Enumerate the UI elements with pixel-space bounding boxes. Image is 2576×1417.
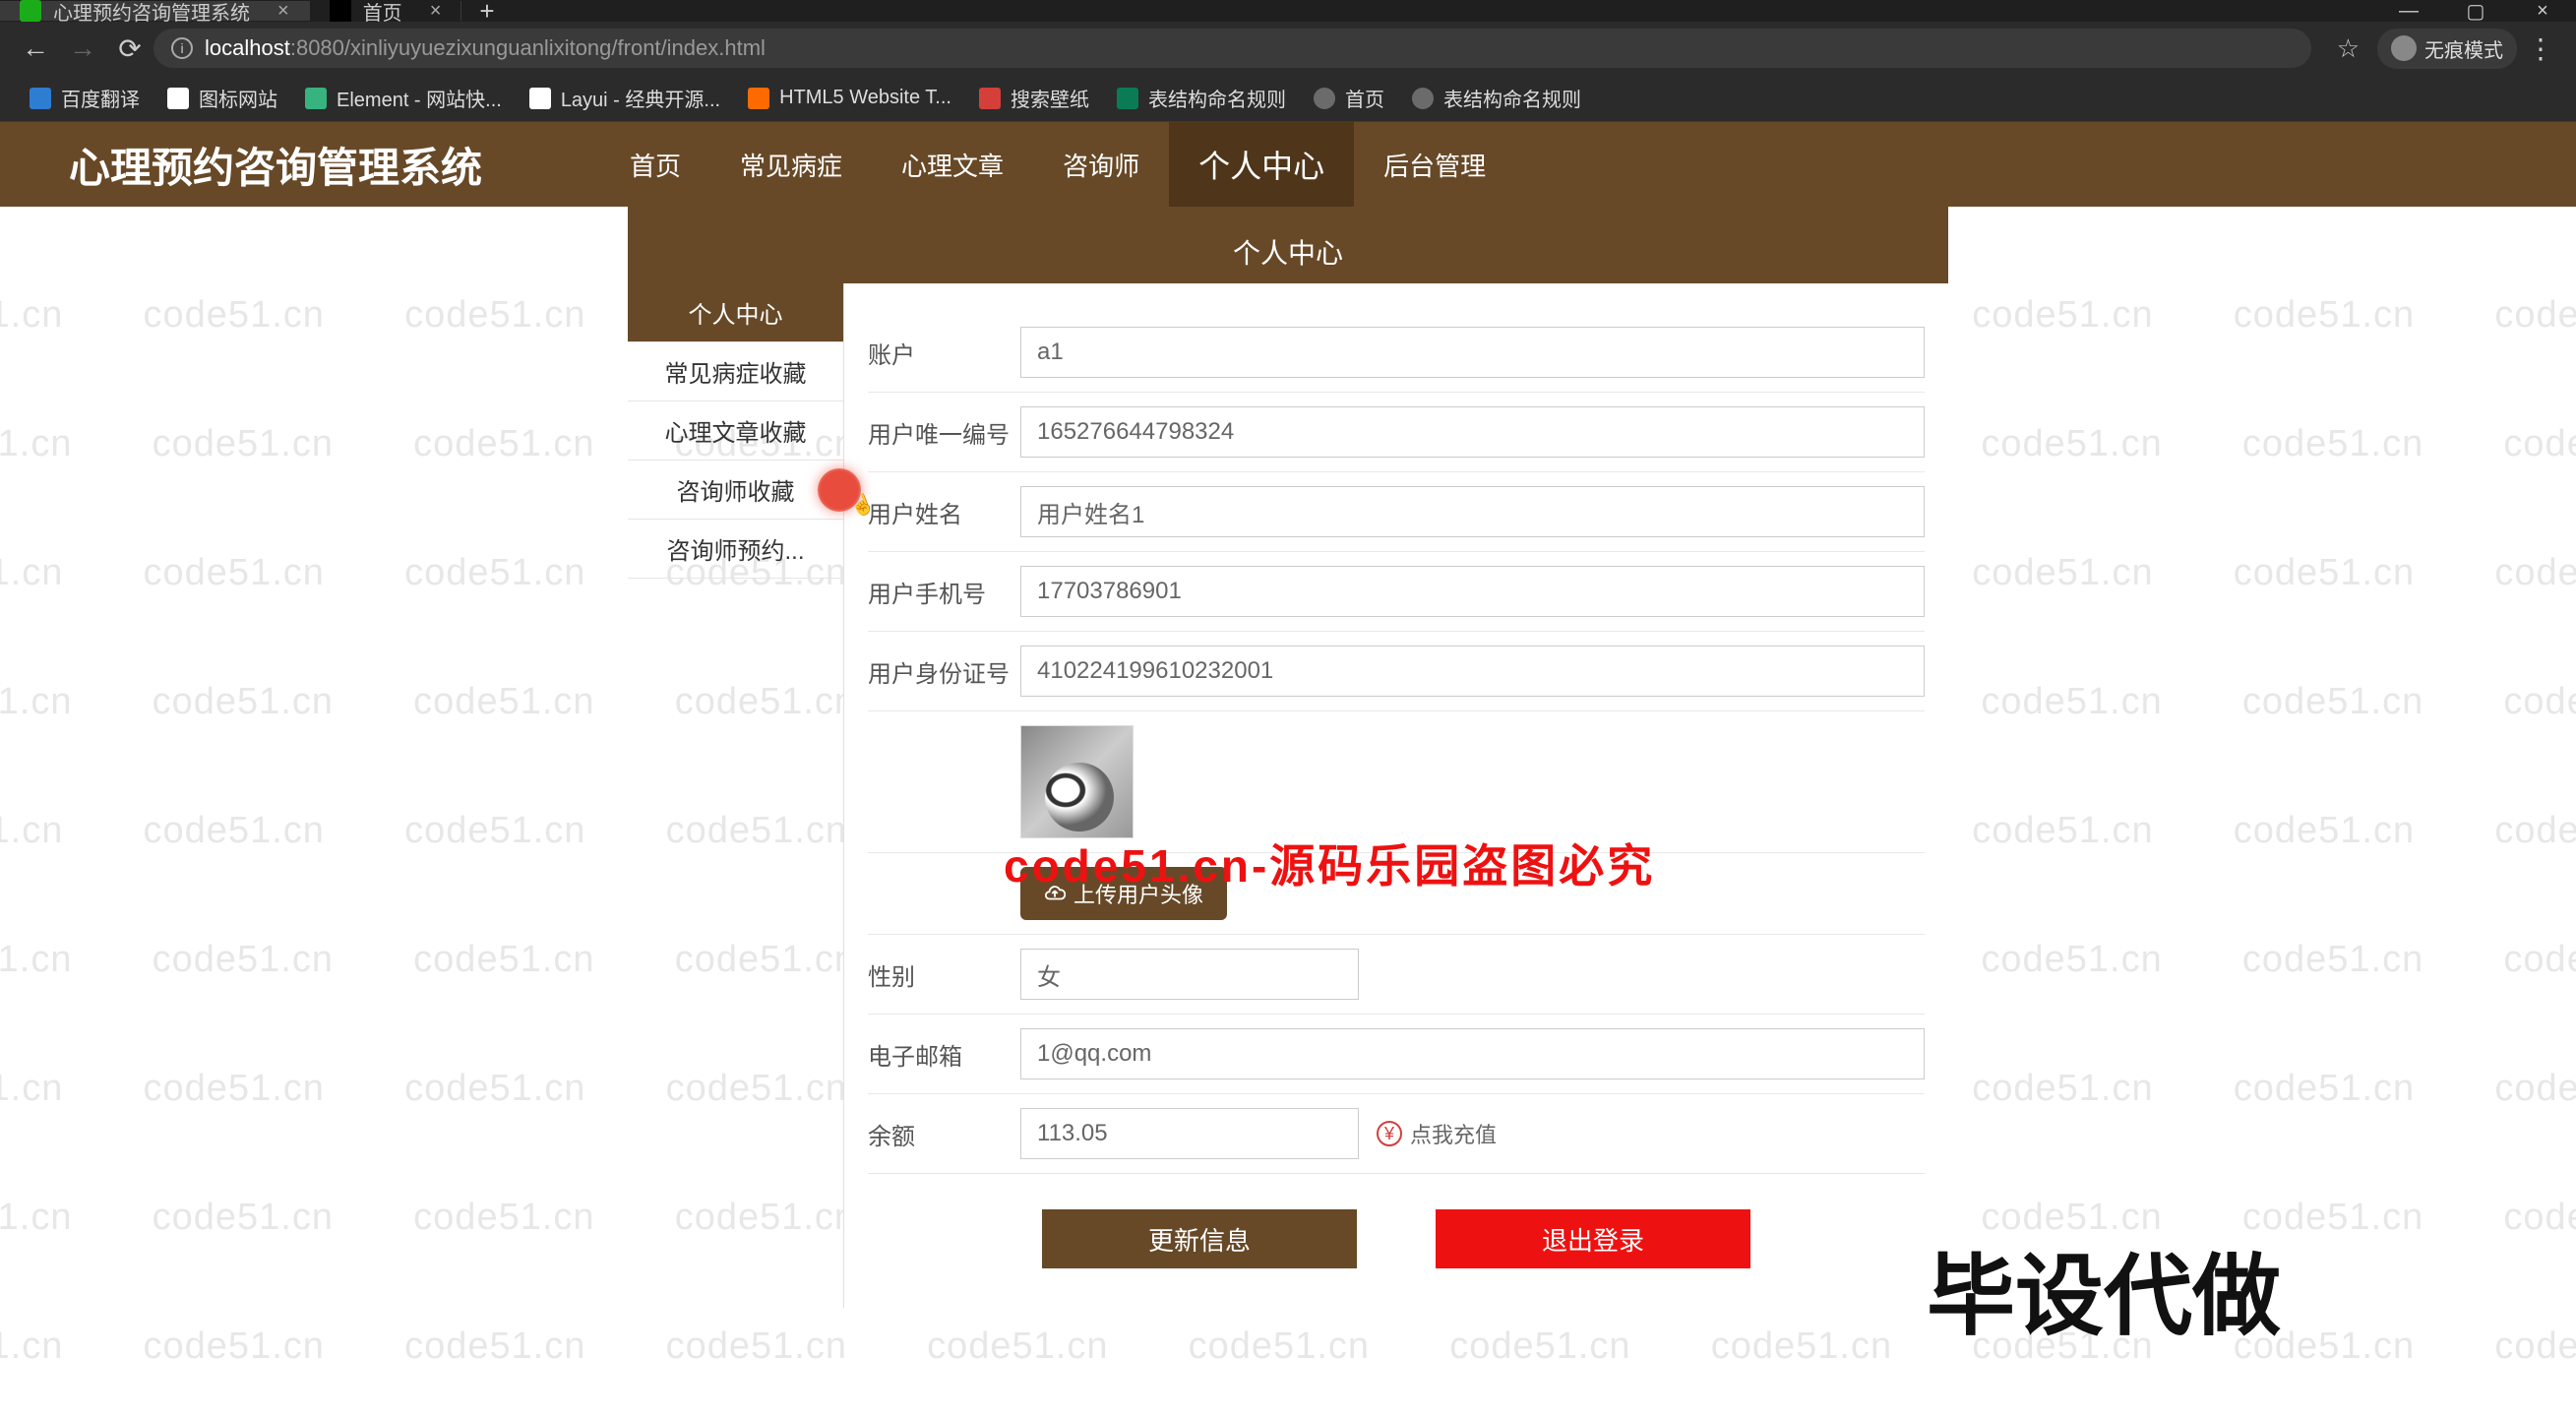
- email-label: 电子邮箱: [868, 1037, 1020, 1072]
- bookmark-item[interactable]: 图标网站: [153, 84, 291, 112]
- gender-select[interactable]: [1020, 949, 1359, 1000]
- back-button[interactable]: ←: [16, 29, 55, 68]
- sidebar-item-label: 常见病症收藏: [665, 354, 807, 389]
- close-tab-icon[interactable]: ×: [430, 0, 442, 23]
- bookmark-item[interactable]: HTML5 Website T...: [734, 87, 965, 109]
- bookmark-icon: [1117, 88, 1138, 109]
- browser-tab[interactable]: 首页 ×: [310, 1, 462, 21]
- sidebar-item-label: 咨询师预约...: [666, 531, 804, 566]
- favicon-icon: [330, 0, 351, 22]
- sidebar-item-article-fav[interactable]: 心理文章收藏: [628, 401, 843, 461]
- url-bar: ← → ⟳ i localhost:8080/xinliyuyuezixungu…: [0, 22, 2576, 75]
- email-input[interactable]: [1020, 1028, 1925, 1079]
- username-label: 用户姓名: [868, 495, 1020, 529]
- yen-icon: ¥: [1377, 1121, 1402, 1146]
- account-label: 账户: [868, 336, 1020, 370]
- bookmark-item[interactable]: Element - 网站快...: [291, 84, 516, 112]
- bookmark-item[interactable]: Layui - 经典开源...: [516, 84, 734, 112]
- star-icon[interactable]: ☆: [2337, 33, 2360, 64]
- site-title: 心理预约咨询管理系统: [69, 135, 482, 195]
- header-nav: 心理预约咨询管理系统 首页 常见病症 心理文章 咨询师 个人中心 后台管理: [0, 122, 2576, 207]
- incognito-icon: [2391, 35, 2417, 61]
- bookmark-item[interactable]: 搜索壁纸: [965, 84, 1103, 112]
- minimize-icon[interactable]: —: [2375, 0, 2442, 22]
- bookmark-icon: [305, 88, 327, 109]
- nav-admin[interactable]: 后台管理: [1354, 122, 1515, 207]
- bookmark-icon: [529, 88, 551, 109]
- update-button[interactable]: 更新信息: [1042, 1209, 1357, 1268]
- phone-input[interactable]: [1020, 566, 1925, 617]
- sidebar: 个人中心 常见病症收藏 心理文章收藏 咨询师收藏 ☝ 咨询师预约...: [628, 283, 844, 1308]
- nav-home[interactable]: 首页: [600, 122, 710, 207]
- page-content: code51.cncode51.cncode51.cncode51.cncode…: [0, 122, 2576, 1417]
- idcard-input[interactable]: [1020, 646, 1925, 697]
- tab-title: 首页: [363, 0, 402, 26]
- profile-form: 账户 用户唯一编号 用户姓名 用户手机号 用户身份证号: [844, 283, 1948, 1308]
- sidebar-item-counselor-fav[interactable]: 咨询师收藏 ☝: [628, 461, 843, 520]
- close-window-icon[interactable]: ×: [2509, 0, 2576, 22]
- banner-title: 个人中心: [1233, 232, 1343, 272]
- reload-button[interactable]: ⟳: [110, 29, 150, 68]
- address-bar[interactable]: i localhost:8080/xinliyuyuezixunguanlixi…: [153, 29, 2311, 68]
- logout-button[interactable]: 退出登录: [1436, 1209, 1750, 1268]
- url-host: localhost: [205, 35, 290, 61]
- bookmark-icon: [30, 88, 51, 109]
- userno-input[interactable]: [1020, 406, 1925, 458]
- userno-label: 用户唯一编号: [868, 415, 1020, 450]
- cloud-upload-icon: [1044, 883, 1066, 904]
- balance-input[interactable]: [1020, 1108, 1359, 1159]
- menu-icon[interactable]: ⋮: [2521, 29, 2560, 68]
- bookmark-item[interactable]: 首页: [1300, 84, 1398, 112]
- bookmark-item[interactable]: 百度翻译: [16, 84, 153, 112]
- bookmark-bar: 百度翻译 图标网站 Element - 网站快... Layui - 经典开源.…: [0, 75, 2576, 122]
- upload-avatar-button[interactable]: 上传用户头像: [1020, 867, 1227, 920]
- sidebar-item-label: 个人中心: [689, 295, 783, 330]
- sidebar-item-label: 心理文章收藏: [665, 413, 807, 448]
- watermark-black-text: 毕设代做: [1927, 1224, 2281, 1352]
- phone-label: 用户手机号: [868, 575, 1020, 609]
- info-icon[interactable]: i: [171, 37, 193, 59]
- sidebar-item-label: 咨询师收藏: [677, 472, 795, 507]
- avatar-image: [1020, 725, 1134, 838]
- close-tab-icon[interactable]: ×: [277, 0, 289, 23]
- url-path: /xinliyuyuezixunguanlixitong/front/index…: [344, 35, 766, 61]
- account-input[interactable]: [1020, 327, 1925, 378]
- guest-label: 无痕模式: [2424, 34, 2503, 63]
- nav-articles[interactable]: 心理文章: [872, 122, 1033, 207]
- bookmark-item[interactable]: 表结构命名规则: [1103, 84, 1300, 112]
- recharge-link[interactable]: ¥ 点我充值: [1377, 1118, 1497, 1149]
- nav-counselors[interactable]: 咨询师: [1033, 122, 1169, 207]
- bookmark-icon: [979, 88, 1001, 109]
- browser-chrome: 心理预约咨询管理系统 × 首页 × + — ▢ × ← → ⟳ i localh…: [0, 0, 2576, 122]
- tab-bar: 心理预约咨询管理系统 × 首页 × + — ▢ ×: [0, 0, 2576, 22]
- gender-label: 性别: [868, 957, 1020, 992]
- bookmark-icon: [748, 88, 769, 109]
- browser-tab-active[interactable]: 心理预约咨询管理系统 ×: [0, 1, 310, 21]
- idcard-label: 用户身份证号: [868, 654, 1020, 689]
- balance-label: 余额: [868, 1117, 1020, 1151]
- sidebar-item-symptom-fav[interactable]: 常见病症收藏: [628, 342, 843, 401]
- bookmark-icon: [1412, 88, 1434, 109]
- favicon-icon: [20, 0, 41, 22]
- username-input[interactable]: [1020, 486, 1925, 537]
- sidebar-item-appointment[interactable]: 咨询师预约...: [628, 520, 843, 579]
- bookmark-item[interactable]: 表结构命名规则: [1398, 84, 1595, 112]
- page-banner: 个人中心: [628, 207, 1948, 283]
- forward-button[interactable]: →: [63, 29, 102, 68]
- url-port: :8080: [290, 35, 344, 61]
- bookmark-icon: [1314, 88, 1335, 109]
- nav-user-center[interactable]: 个人中心: [1169, 122, 1354, 207]
- guest-mode-badge[interactable]: 无痕模式: [2377, 29, 2517, 69]
- sidebar-item-profile[interactable]: 个人中心: [628, 283, 843, 342]
- maximize-icon[interactable]: ▢: [2442, 0, 2509, 22]
- bookmark-icon: [167, 88, 189, 109]
- tab-title: 心理预约咨询管理系统: [53, 0, 250, 26]
- nav-symptoms[interactable]: 常见病症: [710, 122, 872, 207]
- new-tab-button[interactable]: +: [461, 0, 512, 27]
